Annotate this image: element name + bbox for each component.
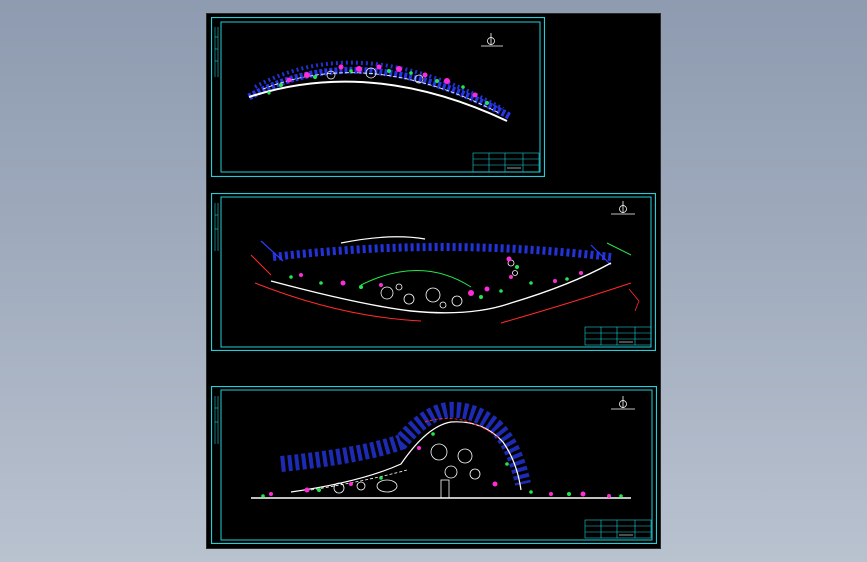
sheet-binding-strip <box>214 203 219 251</box>
sheet-binding-strip <box>214 396 219 444</box>
sheet-2-middle-wide-plan[interactable] <box>211 193 656 351</box>
plan-drawing <box>251 401 631 499</box>
sheet-binding-strip <box>214 27 219 77</box>
north-arrow-icon <box>611 396 635 410</box>
title-block <box>584 519 652 539</box>
north-arrow-icon <box>611 201 635 215</box>
cad-drawing-canvas[interactable] <box>206 13 661 549</box>
plan-drawing <box>247 60 513 122</box>
sheet-1-top-curved-plan[interactable] <box>211 17 545 177</box>
plan-drawing <box>250 236 640 324</box>
title-block <box>472 152 540 173</box>
north-arrow-icon <box>481 33 503 47</box>
sheet-3-bottom-hill-plan[interactable] <box>211 386 657 544</box>
title-block <box>584 326 652 346</box>
